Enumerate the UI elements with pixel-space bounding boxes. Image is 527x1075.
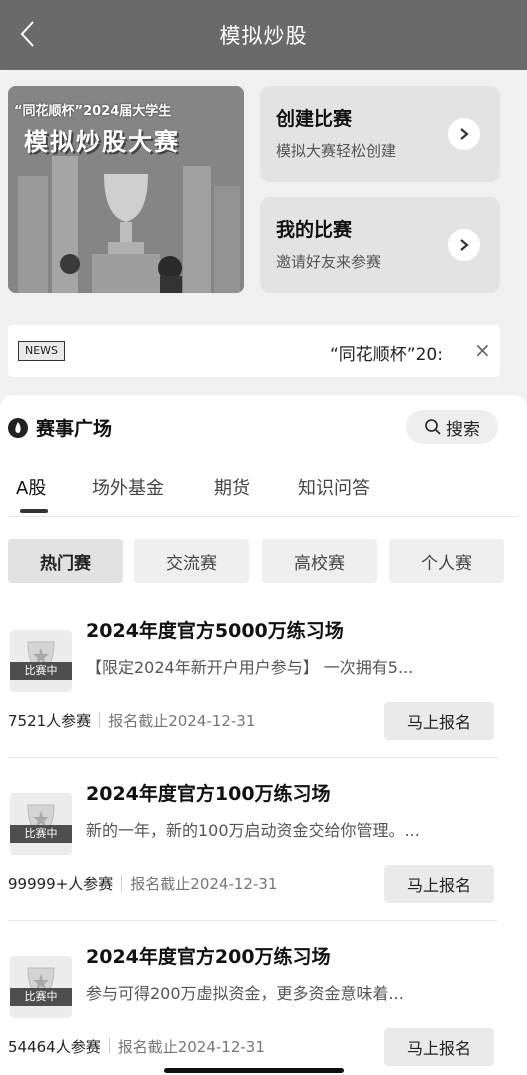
create-contest-subtitle: 模拟大赛轻松创建 <box>276 142 397 160</box>
tab-otc-funds[interactable]: 场外基金 <box>92 474 164 500</box>
banner-title: 模拟炒股大赛 <box>24 128 180 156</box>
contest-meta: 99999+人参赛 报名截止2024-12-31 <box>8 873 277 894</box>
trophy-icon <box>10 793 72 855</box>
contest-meta: 54464人参赛 报名截止2024-12-31 <box>8 1036 265 1057</box>
news-text[interactable]: “同花顺杯”20: <box>330 340 448 365</box>
list-divider <box>8 920 498 921</box>
signup-deadline: 报名截止2024-12-31 <box>130 875 278 893</box>
participant-count: 99999+人参赛 <box>8 875 114 893</box>
trophy-icon <box>10 630 72 692</box>
contest-item[interactable]: 比赛中 2024年度官方200万练习场 参与可得200万虚拟资金，更多资金意味着… <box>8 942 498 1075</box>
participant-count: 54464人参赛 <box>8 1038 101 1056</box>
flame-icon <box>8 418 28 438</box>
status-badge: 比赛中 <box>10 825 72 843</box>
contest-title[interactable]: 2024年度官方5000万练习场 <box>86 616 344 643</box>
banner-subtitle: “同花顺杯”2024届大学生 <box>14 104 172 119</box>
section-title: 赛事广场 <box>36 418 113 440</box>
chip-exchange[interactable]: 交流赛 <box>134 539 249 583</box>
chevron-left-icon <box>20 21 34 47</box>
search-label: 搜索 <box>446 419 480 440</box>
status-badge: 比赛中 <box>10 988 72 1006</box>
top-nav-bar: 模拟炒股 <box>0 0 527 70</box>
contest-description: 新的一年，新的100万启动资金交给你管理。... <box>86 821 420 840</box>
contest-description: 参与可得200万虚拟资金，更多资金意味着... <box>86 984 404 1003</box>
signup-deadline: 报名截止2024-12-31 <box>117 1038 265 1056</box>
page-title: 模拟炒股 <box>219 24 308 48</box>
my-contests-card[interactable]: 我的比赛 邀请好友来参赛 <box>260 197 500 293</box>
list-divider <box>8 757 498 758</box>
contest-item[interactable]: 比赛中 2024年度官方5000万练习场 【限定2024年新开户用户参与】 一次… <box>8 616 498 776</box>
signup-button[interactable]: 马上报名 <box>384 1028 494 1066</box>
create-contest-card[interactable]: 创建比赛 模拟大赛轻松创建 <box>260 86 500 182</box>
create-contest-title: 创建比赛 <box>276 108 353 130</box>
contest-meta: 7521人参赛 报名截止2024-12-31 <box>8 710 255 731</box>
my-contests-subtitle: 邀请好友来参赛 <box>276 253 382 271</box>
signup-button[interactable]: 马上报名 <box>384 702 494 740</box>
contest-title[interactable]: 2024年度官方100万练习场 <box>86 779 331 806</box>
trophy-icon <box>10 956 72 1018</box>
search-icon <box>425 419 441 435</box>
status-badge: 比赛中 <box>10 662 72 680</box>
my-contests-title: 我的比赛 <box>276 219 353 241</box>
tab-divider <box>8 516 518 517</box>
chevron-right-icon <box>448 229 480 261</box>
contest-description: 【限定2024年新开户用户参与】 一次拥有5... <box>86 658 414 677</box>
chevron-right-icon <box>448 118 480 150</box>
close-icon[interactable]: × <box>474 338 491 362</box>
chip-hot[interactable]: 热门赛 <box>8 539 123 583</box>
signup-deadline: 报名截止2024-12-31 <box>108 712 256 730</box>
active-tab-indicator <box>20 509 48 513</box>
tab-quiz[interactable]: 知识问答 <box>298 474 370 500</box>
signup-button[interactable]: 马上报名 <box>384 865 494 903</box>
tab-a-shares[interactable]: A股 <box>16 474 46 500</box>
contest-banner[interactable]: “同花顺杯”2024届大学生 模拟炒股大赛 <box>8 86 244 293</box>
chip-college[interactable]: 高校赛 <box>262 539 377 583</box>
back-button[interactable] <box>10 16 46 52</box>
home-indicator <box>164 1068 344 1073</box>
chip-personal[interactable]: 个人赛 <box>389 539 504 583</box>
search-button[interactable]: 搜索 <box>406 410 498 444</box>
participant-count: 7521人参赛 <box>8 712 92 730</box>
news-ticker[interactable]: NEWS “同花顺杯”20: × <box>8 325 500 377</box>
news-tag: NEWS <box>18 341 66 361</box>
contest-title[interactable]: 2024年度官方200万练习场 <box>86 942 331 969</box>
tab-futures[interactable]: 期货 <box>214 474 250 500</box>
contest-item[interactable]: 比赛中 2024年度官方100万练习场 新的一年，新的100万启动资金交给你管理… <box>8 779 498 939</box>
